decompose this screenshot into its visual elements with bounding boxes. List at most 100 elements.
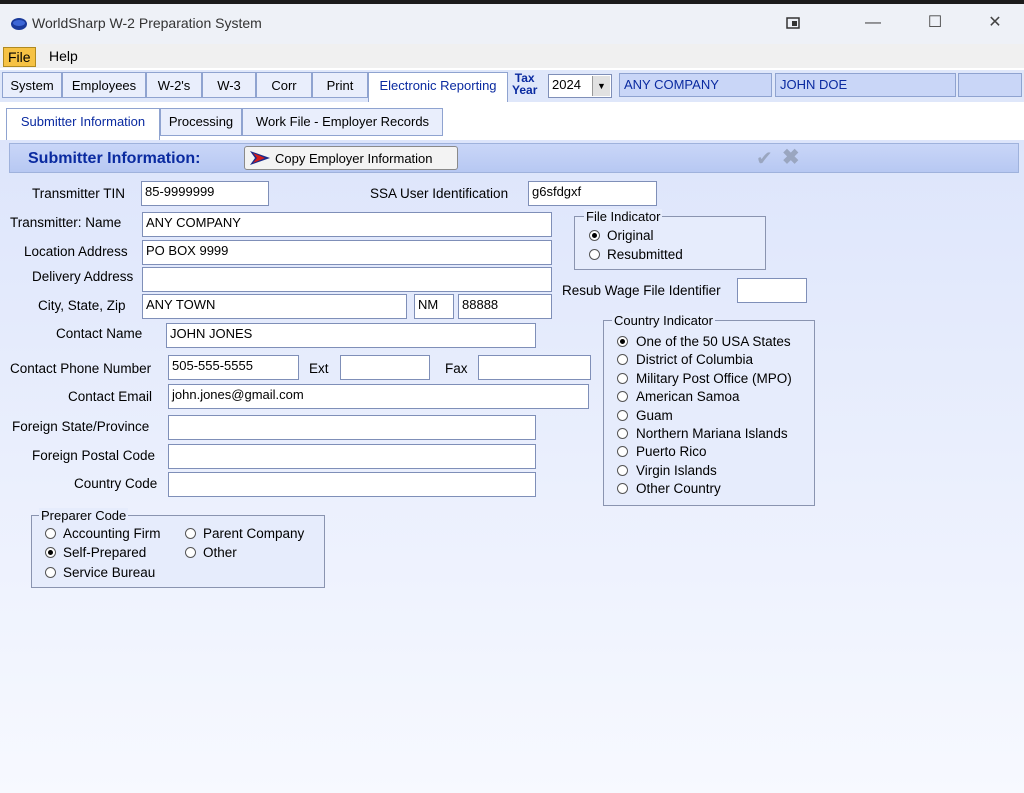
country-code-label: Country Code	[74, 476, 158, 491]
radio-parent-company[interactable]	[185, 528, 196, 539]
file-indicator-title: File Indicator	[584, 209, 663, 224]
globe-icon	[11, 18, 27, 30]
ext-label: Ext	[309, 361, 329, 376]
delivery-address-label: Delivery Address	[32, 269, 134, 284]
foreign-state-label: Foreign State/Province	[12, 419, 150, 434]
tax-year-select[interactable]: 2024 ▼	[548, 74, 612, 98]
tab-print[interactable]: Print	[312, 72, 368, 98]
section-header: Submitter Information: Copy Employer Inf…	[9, 143, 1019, 173]
tab-employees[interactable]: Employees	[62, 72, 146, 98]
contact-phone-label: Contact Phone Number	[10, 361, 152, 376]
copy-employer-button[interactable]: Copy Employer Information	[244, 146, 458, 170]
section-title: Submitter Information:	[28, 150, 201, 167]
chevron-down-icon[interactable]: ▼	[592, 76, 610, 96]
tab-corr[interactable]: Corr	[256, 72, 312, 98]
city-input[interactable]: ANY TOWN	[142, 294, 407, 319]
tab-w2s[interactable]: W-2's	[146, 72, 202, 98]
tab-w3[interactable]: W-3	[202, 72, 256, 98]
radio-parent-company-label: Parent Company	[203, 526, 305, 541]
minimize-button[interactable]: —	[858, 10, 888, 36]
foreign-postal-input[interactable]	[168, 444, 536, 469]
title-bar: WorldSharp W-2 Preparation System — ☐ ✕	[0, 0, 1024, 44]
radio-guam-label: Guam	[636, 408, 673, 423]
resub-wfid-input[interactable]	[737, 278, 807, 303]
maximize-button[interactable]: ☐	[920, 10, 950, 36]
delivery-address-input[interactable]	[142, 267, 552, 292]
radio-guam[interactable]	[617, 410, 628, 421]
radio-service-bureau[interactable]	[45, 567, 56, 578]
top-tab-strip: System Employees W-2's W-3 Corr Print El…	[0, 70, 1024, 102]
radio-resubmitted-label: Resubmitted	[607, 247, 683, 262]
location-address-input[interactable]: PO BOX 9999	[142, 240, 552, 265]
sub-tab-strip: Submitter Information Processing Work Fi…	[0, 104, 1024, 140]
country-code-input[interactable]	[168, 472, 536, 497]
fax-input[interactable]	[478, 355, 591, 380]
preparer-code-title: Preparer Code	[39, 508, 129, 523]
radio-original[interactable]	[589, 230, 600, 241]
radio-other-country[interactable]	[617, 483, 628, 494]
zip-input[interactable]: 88888	[458, 294, 552, 319]
transmitter-name-label: Transmitter: Name	[10, 215, 122, 230]
tax-year-label: Tax Year	[512, 71, 538, 97]
radio-puerto-rico[interactable]	[617, 446, 628, 457]
menu-file[interactable]: File	[3, 47, 36, 67]
empty-display	[958, 73, 1022, 97]
contact-name-input[interactable]: JOHN JONES	[166, 323, 536, 348]
checkmark-icon[interactable]: ✔	[756, 146, 773, 171]
radio-military-post-label: Military Post Office (MPO)	[636, 371, 792, 386]
radio-military-post[interactable]	[617, 373, 628, 384]
state-input[interactable]: NM	[414, 294, 454, 319]
tab-system[interactable]: System	[2, 72, 62, 98]
fax-label: Fax	[445, 361, 468, 376]
transmitter-name-input[interactable]: ANY COMPANY	[142, 212, 552, 237]
tab-submitter-information[interactable]: Submitter Information	[6, 108, 160, 140]
contact-email-input[interactable]: john.jones@gmail.com	[168, 384, 589, 409]
arrow-right-icon	[250, 151, 270, 165]
radio-usa-states[interactable]	[617, 336, 628, 347]
radio-northern-mariana-label: Northern Mariana Islands	[636, 426, 788, 441]
foreign-postal-label: Foreign Postal Code	[32, 448, 156, 463]
ssa-user-id-input[interactable]: g6sfdgxf	[528, 181, 657, 206]
transmitter-tin-input[interactable]: 85-9999999	[141, 181, 269, 206]
menu-bar: File Help	[0, 44, 1024, 68]
x-icon[interactable]: ✖	[782, 145, 800, 170]
radio-usa-states-label: One of the 50 USA States	[636, 334, 791, 349]
contact-phone-input[interactable]: 505-555-5555	[168, 355, 299, 380]
radio-accounting-firm[interactable]	[45, 528, 56, 539]
radio-resubmitted[interactable]	[589, 249, 600, 260]
company-display: ANY COMPANY	[619, 73, 772, 97]
radio-district-columbia[interactable]	[617, 354, 628, 365]
radio-service-bureau-label: Service Bureau	[63, 565, 156, 580]
radio-other-country-label: Other Country	[636, 481, 721, 496]
radio-district-columbia-label: District of Columbia	[636, 352, 754, 367]
location-address-label: Location Address	[24, 244, 128, 259]
radio-puerto-rico-label: Puerto Rico	[636, 444, 707, 459]
foreign-state-input[interactable]	[168, 415, 536, 440]
window-title: WorldSharp W-2 Preparation System	[32, 15, 262, 31]
contact-email-label: Contact Email	[68, 389, 153, 404]
tab-work-file[interactable]: Work File - Employer Records	[242, 108, 443, 136]
employee-display: JOHN DOE	[775, 73, 956, 97]
contact-name-label: Contact Name	[56, 326, 143, 341]
radio-original-label: Original	[607, 228, 654, 243]
tab-processing[interactable]: Processing	[160, 108, 242, 136]
ext-input[interactable]	[340, 355, 430, 380]
transmitter-tin-label: Transmitter TIN	[32, 186, 126, 201]
radio-self-prepared-label: Self-Prepared	[63, 545, 147, 560]
resub-wfid-label: Resub Wage File Identifier	[562, 283, 721, 298]
close-button[interactable]: ✕	[980, 10, 1010, 36]
snap-icon[interactable]	[778, 10, 808, 36]
radio-other[interactable]	[185, 547, 196, 558]
radio-self-prepared[interactable]	[45, 547, 56, 558]
country-indicator-title: Country Indicator	[612, 313, 715, 328]
radio-american-samoa-label: American Samoa	[636, 389, 740, 404]
ssa-user-id-label: SSA User Identification	[370, 186, 509, 201]
radio-other-label: Other	[203, 545, 237, 560]
tab-electronic-reporting[interactable]: Electronic Reporting	[368, 72, 508, 102]
radio-virgin-islands[interactable]	[617, 465, 628, 476]
menu-help[interactable]: Help	[45, 47, 82, 65]
city-state-zip-label: City, State, Zip	[38, 298, 126, 313]
radio-virgin-islands-label: Virgin Islands	[636, 463, 717, 478]
radio-american-samoa[interactable]	[617, 391, 628, 402]
radio-northern-mariana[interactable]	[617, 428, 628, 439]
